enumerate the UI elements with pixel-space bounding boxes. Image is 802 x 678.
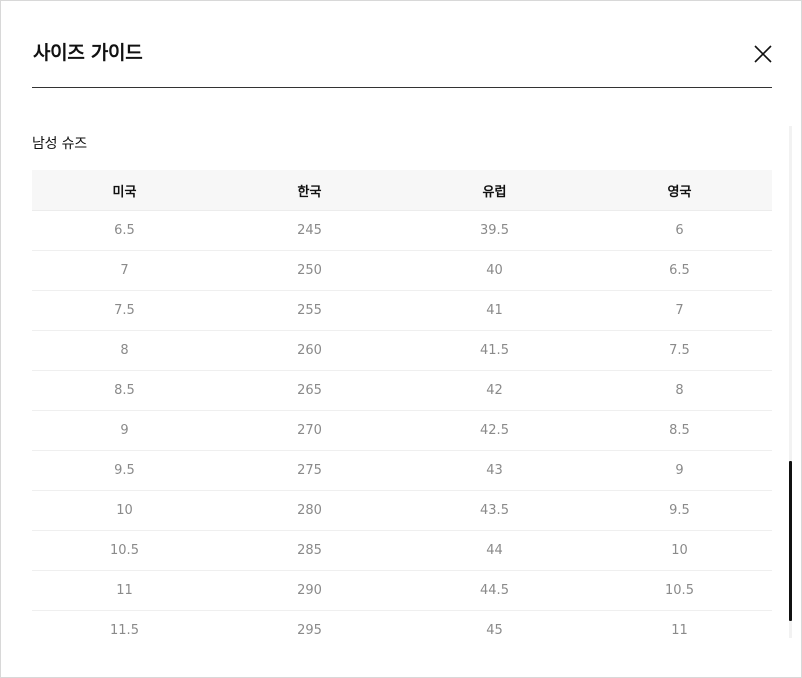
size-cell-uk: 6.5 [587, 250, 772, 291]
column-header-eu: 유럽 [402, 170, 587, 211]
scrollbar[interactable] [789, 126, 792, 638]
size-cell-us: 9 [32, 410, 217, 451]
size-cell-uk: 7.5 [587, 330, 772, 371]
size-cell-kr: 265 [217, 370, 402, 411]
table-row: 9.5 275 43 9 [32, 450, 772, 491]
size-cell-us: 8 [32, 330, 217, 371]
size-cell-kr: 270 [217, 410, 402, 451]
size-cell-eu: 45 [486, 623, 503, 638]
column-header-kr: 한국 [217, 170, 402, 211]
size-cell-eu: 41.5 [402, 330, 587, 371]
size-cell-us: 11.5 [110, 623, 139, 638]
table-row: 11.5 295 45 11 [32, 611, 772, 651]
scrollbar-thumb[interactable] [789, 461, 792, 621]
size-table: 미국 한국 유럽 영국 6.5 245 39.5 6 7 250 40 6.5 7.5 255 41… [32, 170, 772, 650]
size-cell-eu: 39.5 [402, 210, 587, 251]
size-cell-uk: 10 [587, 530, 772, 571]
size-cell-kr: 250 [217, 250, 402, 291]
size-cell-uk: 8.5 [587, 410, 772, 451]
size-guide-modal: 사이즈 가이드 남성 슈즈 미국 한국 유럽 영국 6.5 245 39.5 6 7 25… [0, 0, 802, 678]
size-cell-eu: 42.5 [402, 410, 587, 451]
size-cell-eu: 41 [402, 290, 587, 331]
table-row: 6.5 245 39.5 6 [32, 210, 772, 251]
table-row: 8 260 41.5 7.5 [32, 330, 772, 371]
table-header-row: 미국 한국 유럽 영국 [32, 170, 772, 211]
size-cell-kr: 245 [217, 210, 402, 251]
size-cell-us: 9.5 [32, 450, 217, 491]
size-cell-uk: 11 [671, 623, 688, 638]
size-cell-eu: 44.5 [402, 570, 587, 611]
size-cell-eu: 40 [402, 250, 587, 291]
modal-title: 사이즈 가이드 [33, 42, 143, 64]
size-cell-us: 8.5 [32, 370, 217, 411]
close-button[interactable] [752, 43, 774, 65]
size-cell-kr: 295 [297, 623, 322, 638]
size-cell-eu: 42 [402, 370, 587, 411]
table-row: 11 290 44.5 10.5 [32, 570, 772, 611]
table-row: 7.5 255 41 7 [32, 290, 772, 331]
modal-header: 사이즈 가이드 [32, 1, 772, 88]
size-cell-us: 11 [32, 570, 217, 611]
close-icon [754, 45, 772, 63]
size-cell-eu: 44 [402, 530, 587, 571]
column-header-us: 미국 [32, 170, 217, 211]
size-cell-us: 7 [32, 250, 217, 291]
size-cell-kr: 255 [217, 290, 402, 331]
size-cell-us: 10.5 [32, 530, 217, 571]
size-cell-kr: 275 [217, 450, 402, 491]
size-cell-kr: 280 [217, 490, 402, 531]
size-cell-uk: 8 [587, 370, 772, 411]
table-row: 7 250 40 6.5 [32, 250, 772, 291]
table-row: 8.5 265 42 8 [32, 370, 772, 411]
column-header-uk: 영국 [587, 170, 772, 211]
size-cell-uk: 9.5 [587, 490, 772, 531]
size-cell-us: 7.5 [32, 290, 217, 331]
size-cell-kr: 290 [217, 570, 402, 611]
size-cell-us: 6.5 [32, 210, 217, 251]
size-cell-kr: 260 [217, 330, 402, 371]
size-cell-eu: 43 [402, 450, 587, 491]
table-body: 6.5 245 39.5 6 7 250 40 6.5 7.5 255 41 7 8 260 41.5 7.5… [32, 210, 772, 651]
section-title: 남성 슈즈 [32, 136, 87, 152]
size-cell-eu: 43.5 [402, 490, 587, 531]
size-cell-uk: 6 [587, 210, 772, 251]
size-cell-uk: 7 [587, 290, 772, 331]
size-cell-uk: 9 [587, 450, 772, 491]
table-row: 9 270 42.5 8.5 [32, 410, 772, 451]
table-row: 10.5 285 44 10 [32, 530, 772, 571]
size-cell-kr: 285 [217, 530, 402, 571]
size-cell-uk: 10.5 [587, 570, 772, 611]
table-row: 10 280 43.5 9.5 [32, 490, 772, 531]
size-cell-us: 10 [32, 490, 217, 531]
